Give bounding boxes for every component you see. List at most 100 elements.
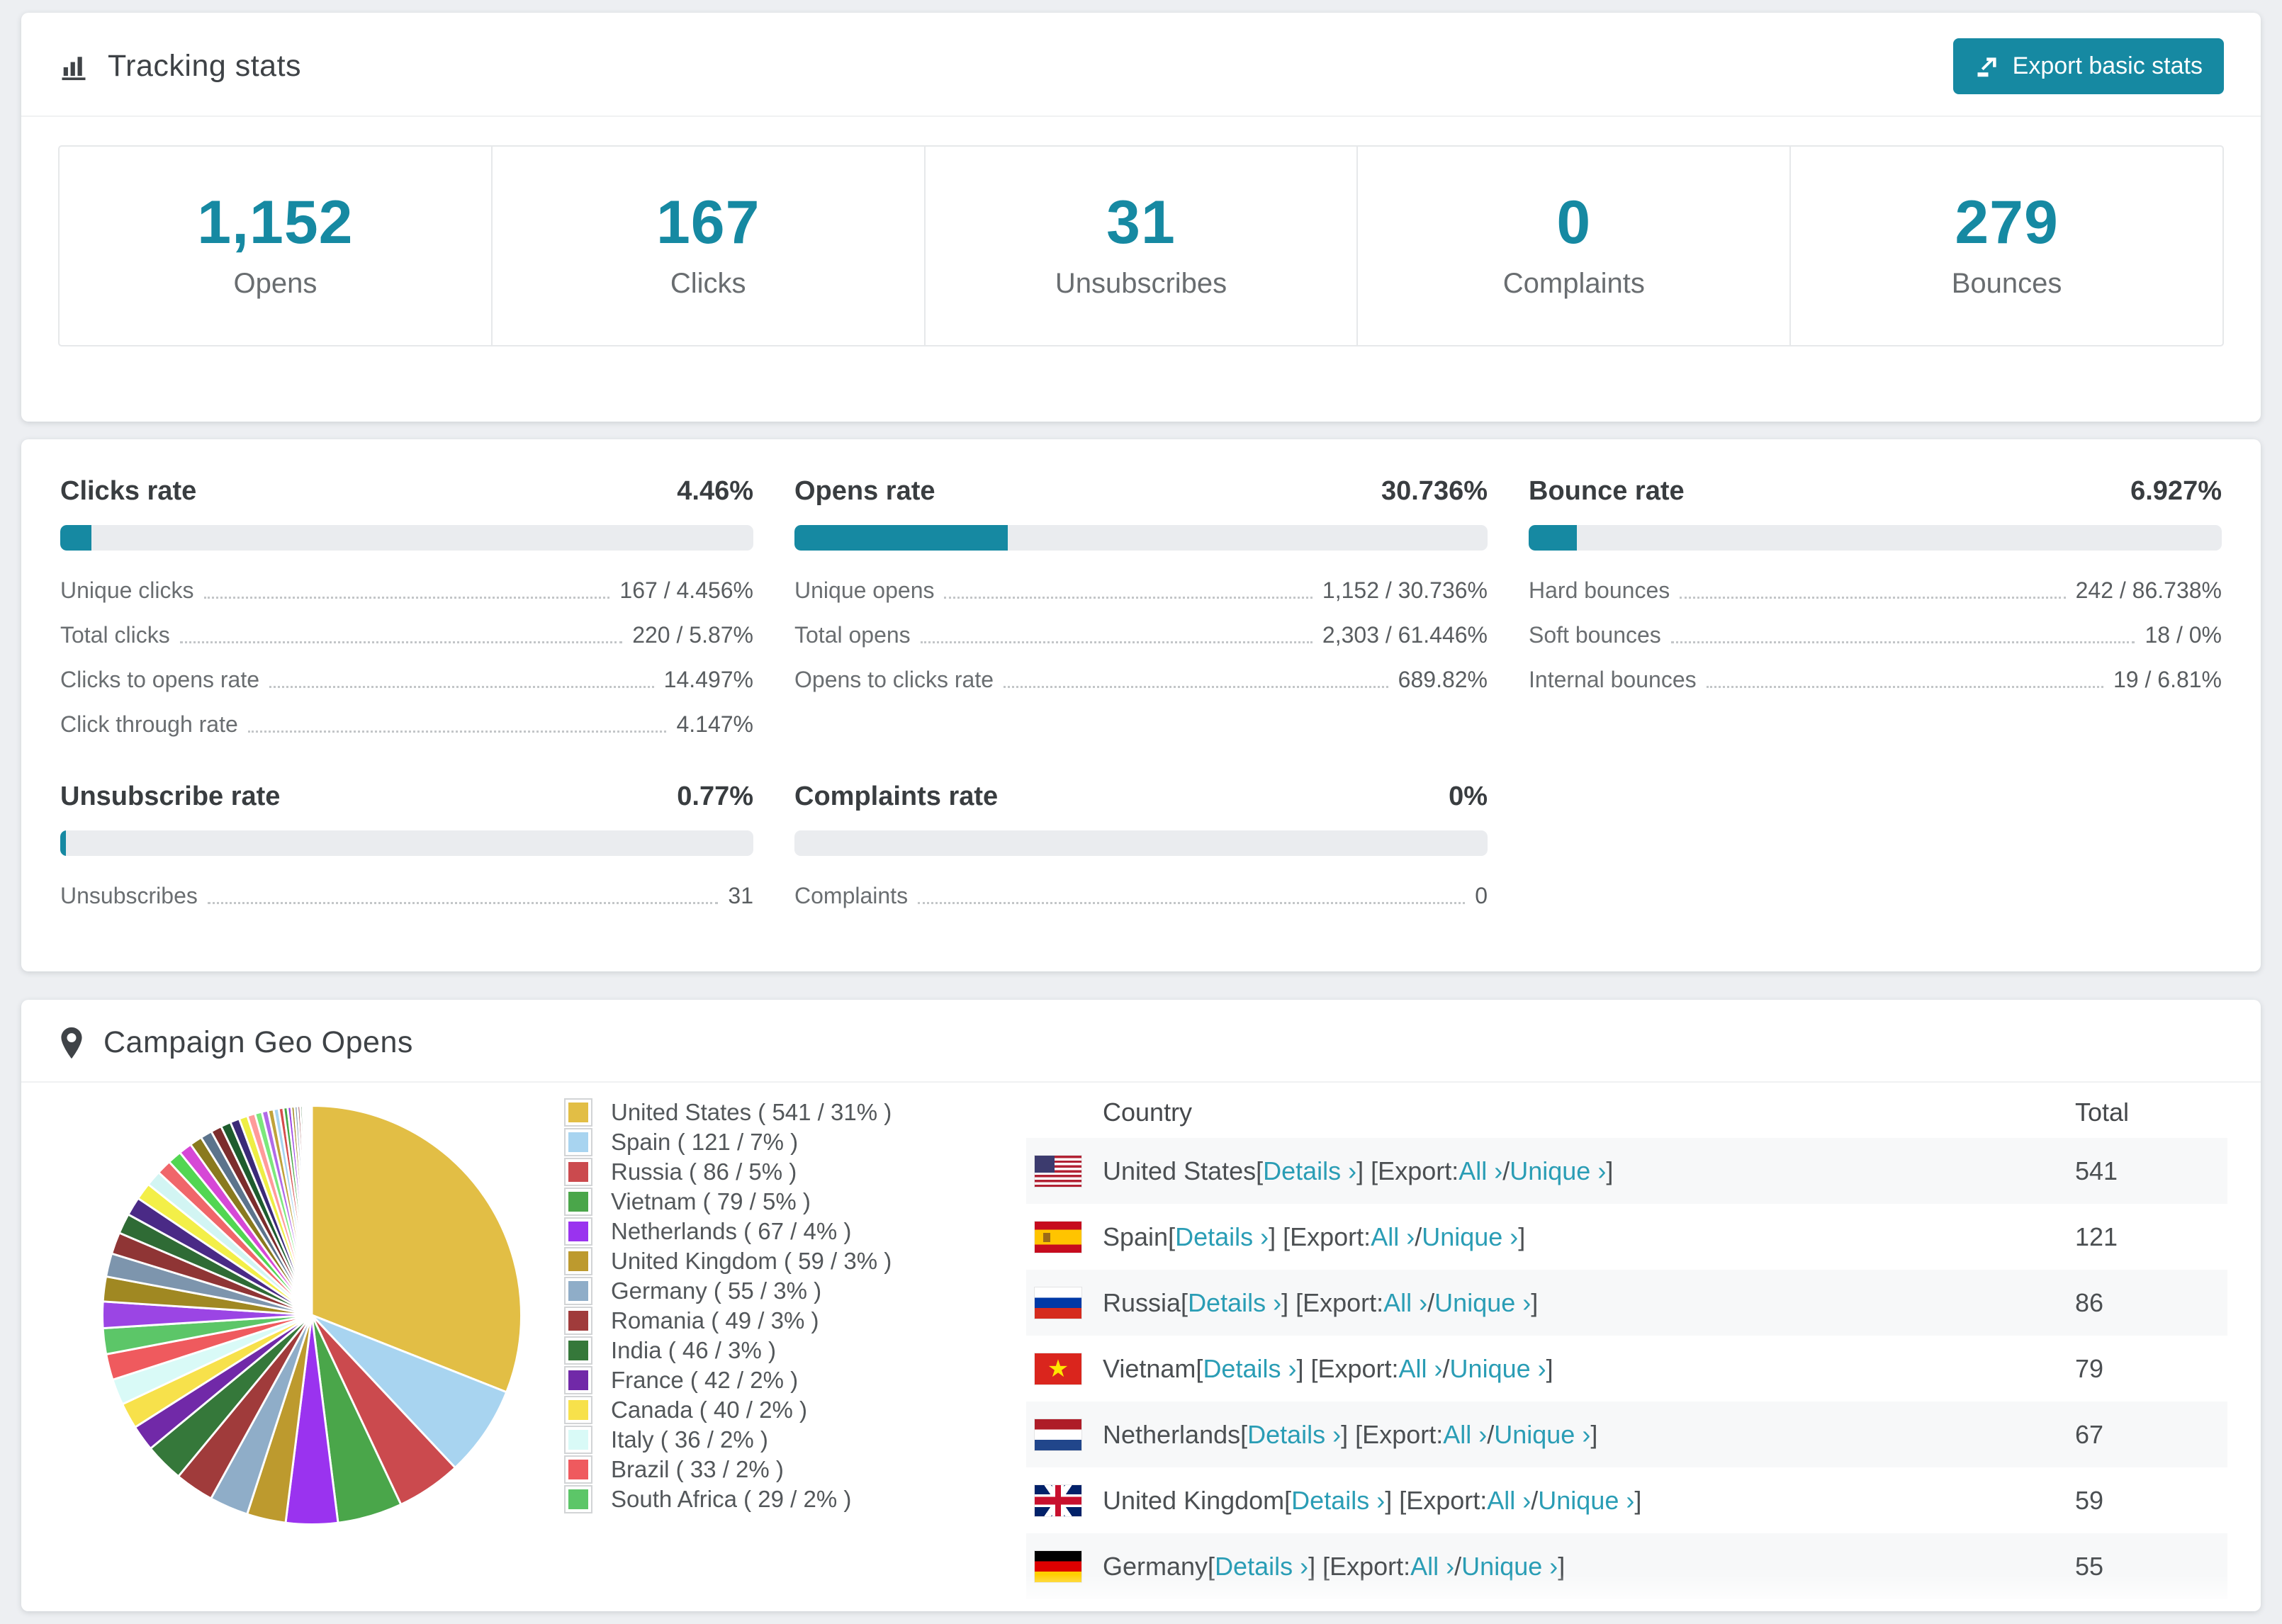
export-unique-link[interactable]: Unique ›	[1510, 1156, 1606, 1186]
details-link[interactable]: Details ›	[1188, 1288, 1281, 1318]
export-unique-link[interactable]: Unique ›	[1538, 1486, 1634, 1516]
rate-row-value: 0	[1475, 883, 1488, 908]
nl-flag-icon	[1035, 1419, 1081, 1450]
bracket: [	[1196, 1353, 1203, 1383]
total-cell: 55	[2075, 1551, 2104, 1581]
rate-row-label: Internal bounces	[1529, 667, 1697, 692]
export-all-link[interactable]: All ›	[1383, 1288, 1427, 1318]
slash: /	[1442, 1353, 1450, 1383]
bracket: ]	[1518, 1222, 1526, 1251]
rate-title-label: Complaints rate	[794, 782, 999, 811]
rate-title-value: 0.77%	[677, 782, 753, 811]
stat-value: 167	[656, 188, 760, 256]
stat-label: Unsubscribes	[1055, 268, 1227, 299]
rate-panel: Bounce rate 6.927% Hard bounces 242 / 86.73…	[1529, 476, 2222, 738]
dotted-leader	[247, 731, 667, 733]
rate-progress-bar	[60, 830, 753, 856]
table-row: Russia [Details ›] [Export: All › / Uniq…	[1026, 1270, 2227, 1336]
legend-item: Canada ( 40 / 2% )	[564, 1396, 961, 1424]
rate-rows: Unsubscribes 31	[60, 883, 753, 909]
export-all-link[interactable]: All ›	[1410, 1552, 1454, 1581]
bracket: [	[1284, 1485, 1292, 1515]
rate-row-value: 689.82%	[1398, 667, 1488, 692]
stat-label: Clicks	[670, 268, 746, 299]
details-link[interactable]: Details ›	[1291, 1486, 1385, 1516]
vn-flag-icon	[1035, 1353, 1081, 1385]
rate-title-value: 0%	[1449, 782, 1488, 811]
stat-box: 279 Bounces	[1789, 147, 2222, 345]
rate-row: Unique opens 1,152 / 30.736%	[794, 577, 1488, 604]
pie-slice	[310, 1105, 313, 1316]
legend-item: Netherlands ( 67 / 4% )	[564, 1217, 961, 1246]
details-link[interactable]: Details ›	[1263, 1156, 1356, 1186]
slash: /	[1427, 1287, 1435, 1317]
dotted-leader	[1004, 686, 1388, 688]
rate-progress-fill	[60, 830, 66, 856]
rate-title-value: 30.736%	[1381, 476, 1488, 506]
tracking-stats-header: Tracking stats Export basic stats	[21, 13, 2261, 115]
export-icon	[1974, 54, 2000, 79]
legend-swatch-color	[568, 1251, 588, 1271]
export-basic-stats-button[interactable]: Export basic stats	[1952, 38, 2224, 94]
rate-row: Complaints 0	[794, 883, 1488, 909]
export-unique-link[interactable]: Unique ›	[1422, 1222, 1518, 1252]
geo-opens-title: Campaign Geo Opens	[103, 1025, 413, 1059]
table-row: United Kingdom [Details ›] [Export: All …	[1026, 1467, 2227, 1533]
legend-swatch-color	[568, 1311, 588, 1331]
legend-swatch	[564, 1128, 592, 1156]
bar-chart-icon	[58, 51, 89, 82]
country-cell: Netherlands [Details ›] [Export: All › /…	[1026, 1419, 2075, 1450]
export-all-link[interactable]: All ›	[1443, 1420, 1487, 1450]
legend-label: United States ( 541 / 31% )	[611, 1099, 892, 1125]
rate-title-row: Clicks rate 4.46%	[60, 476, 753, 507]
legend-item: Germany ( 55 / 3% )	[564, 1277, 961, 1305]
export-prefix: ] [Export:	[1281, 1287, 1384, 1317]
stat-value: 1,152	[197, 188, 354, 256]
rate-row-value: 2,303 / 61.446%	[1322, 622, 1488, 648]
dotted-leader	[269, 686, 654, 688]
country-name: Vietnam	[1103, 1353, 1196, 1383]
rate-row-value: 1,152 / 30.736%	[1322, 577, 1488, 603]
rate-rows: Unique opens 1,152 / 30.736% Total opens 2,…	[794, 577, 1488, 693]
details-link[interactable]: Details ›	[1215, 1552, 1308, 1581]
legend-label: Brazil ( 33 / 2% )	[611, 1456, 784, 1482]
legend-swatch	[564, 1485, 592, 1513]
rate-row-value: 242 / 86.738%	[2075, 577, 2222, 603]
details-link[interactable]: Details ›	[1203, 1354, 1296, 1384]
country-cell: United Kingdom [Details ›] [Export: All …	[1026, 1484, 2075, 1516]
export-prefix: ] [Export:	[1385, 1485, 1488, 1515]
table-row: Netherlands [Details ›] [Export: All › /…	[1026, 1402, 2227, 1467]
table-row: United States [Details ›] [Export: All ›…	[1026, 1138, 2227, 1204]
dotted-leader	[1706, 686, 2103, 688]
export-all-link[interactable]: All ›	[1399, 1354, 1443, 1384]
export-basic-stats-label: Export basic stats	[2012, 52, 2203, 79]
total-cell: 59	[2075, 1485, 2104, 1515]
legend-item: Spain ( 121 / 7% )	[564, 1128, 961, 1156]
export-all-link[interactable]: All ›	[1371, 1222, 1415, 1252]
export-all-link[interactable]: All ›	[1458, 1156, 1502, 1186]
total-cell: 79	[2075, 1353, 2104, 1383]
rate-row-label: Unique clicks	[60, 577, 194, 603]
rate-row-label: Total opens	[794, 622, 911, 648]
stat-label: Opens	[233, 268, 317, 299]
country-cell: Vietnam [Details ›] [Export: All › / Uni…	[1026, 1353, 2075, 1385]
table-header-row: Country Total	[1026, 1087, 2227, 1138]
export-all-link[interactable]: All ›	[1487, 1486, 1531, 1516]
rate-row-value: 4.147%	[676, 711, 753, 737]
slash: /	[1531, 1485, 1539, 1515]
rate-row: Total opens 2,303 / 61.446%	[794, 622, 1488, 648]
export-unique-link[interactable]: Unique ›	[1494, 1420, 1590, 1450]
legend-label: Spain ( 121 / 7% )	[611, 1129, 799, 1155]
stat-label: Complaints	[1502, 268, 1645, 299]
rate-row: Clicks to opens rate 14.497%	[60, 667, 753, 693]
rate-progress-bar	[794, 525, 1488, 551]
details-link[interactable]: Details ›	[1175, 1222, 1269, 1252]
rate-row: Click through rate 4.147%	[60, 711, 753, 738]
legend-item: Brazil ( 33 / 2% )	[564, 1455, 961, 1484]
export-unique-link[interactable]: Unique ›	[1461, 1552, 1558, 1581]
stat-box: 0 Complaints	[1356, 147, 1789, 345]
export-unique-link[interactable]: Unique ›	[1450, 1354, 1546, 1384]
export-unique-link[interactable]: Unique ›	[1434, 1288, 1531, 1318]
details-link[interactable]: Details ›	[1247, 1420, 1341, 1450]
bracket: ]	[1634, 1485, 1642, 1515]
